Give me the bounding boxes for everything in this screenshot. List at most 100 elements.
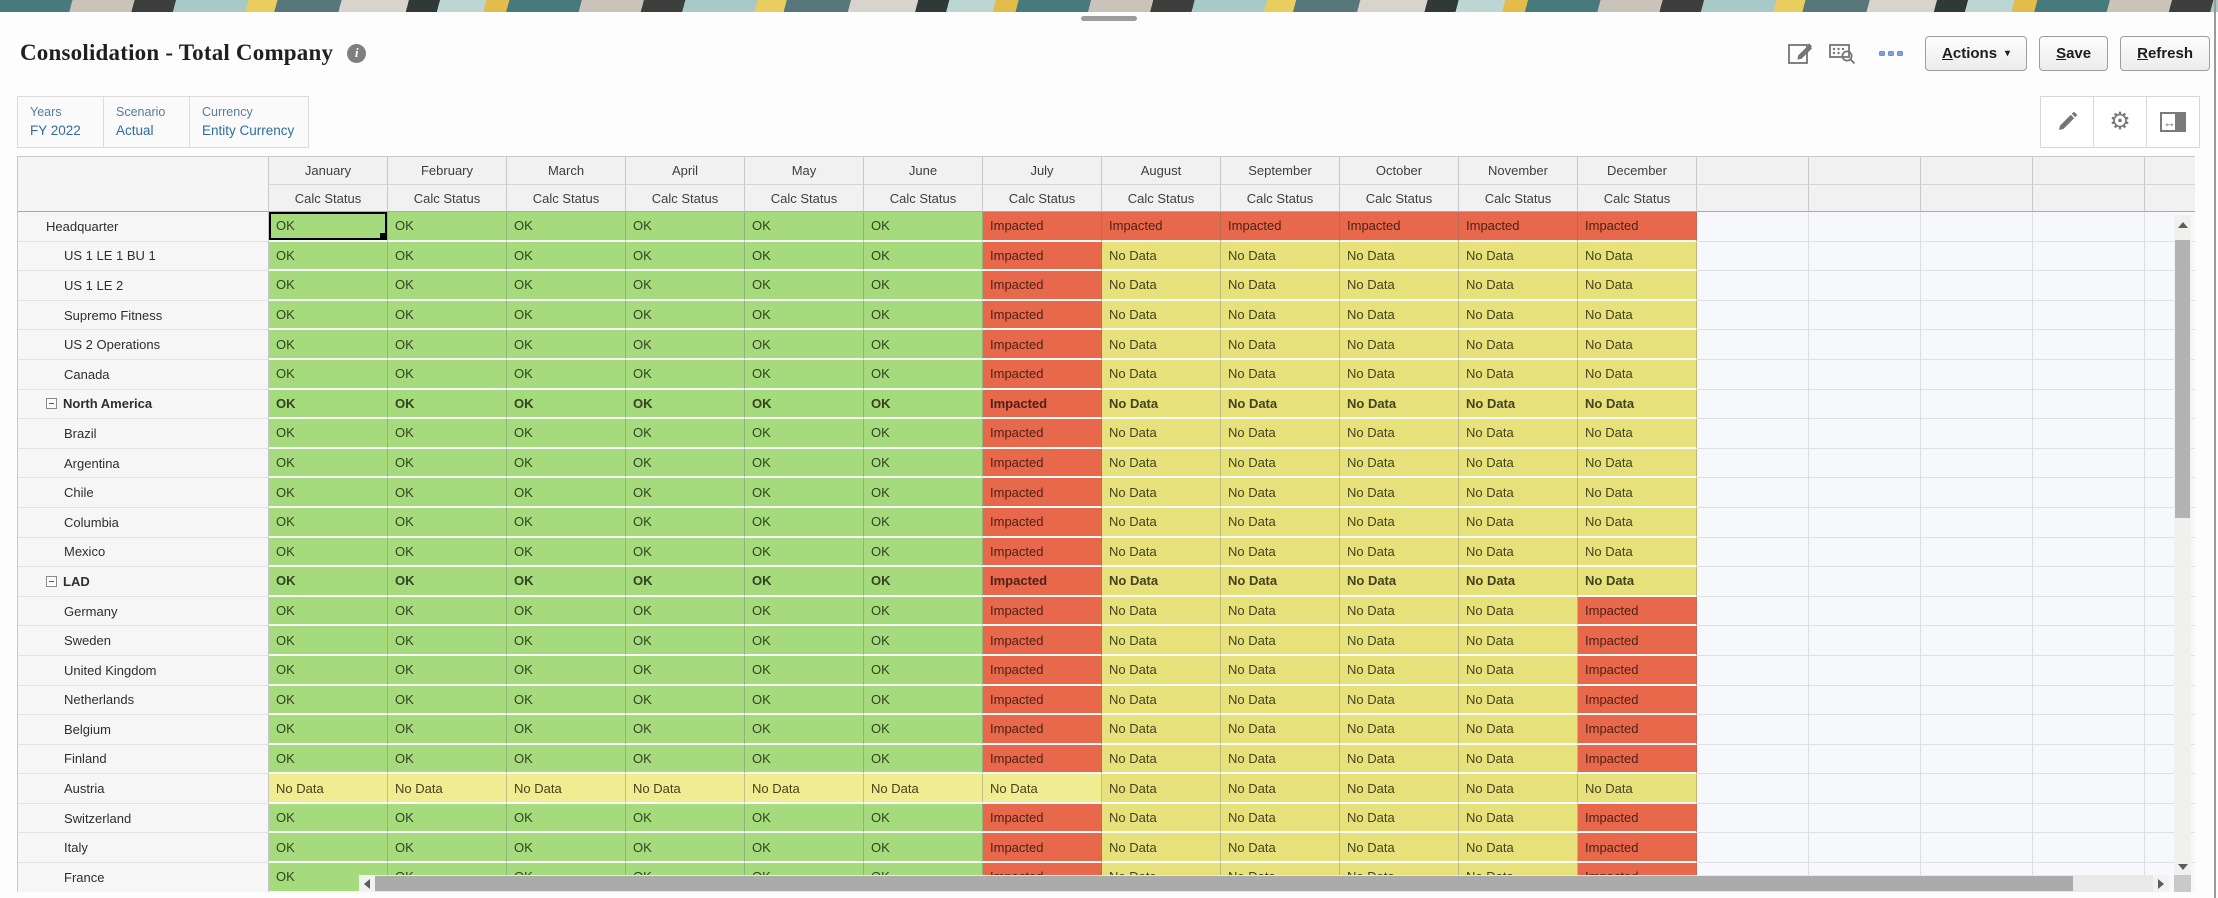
status-cell[interactable]: OK xyxy=(745,301,864,331)
status-cell[interactable]: No Data xyxy=(1578,449,1697,479)
status-cell[interactable]: OK xyxy=(864,271,983,301)
status-cell[interactable]: No Data xyxy=(1459,330,1578,360)
horizontal-scrollbar[interactable] xyxy=(359,875,2169,892)
status-cell[interactable]: No Data xyxy=(1340,774,1459,804)
month-header[interactable]: June xyxy=(864,157,983,185)
status-cell[interactable]: OK xyxy=(864,390,983,420)
status-cell[interactable]: No Data xyxy=(1459,715,1578,745)
calc-status-header[interactable]: Calc Status xyxy=(1102,185,1221,212)
status-cell[interactable]: OK xyxy=(626,330,745,360)
pov-currency[interactable]: Currency Entity Currency xyxy=(190,97,308,147)
status-cell[interactable]: Impacted xyxy=(983,271,1102,301)
status-cell[interactable]: OK xyxy=(269,656,388,686)
row-label[interactable]: Austria xyxy=(18,774,269,804)
status-cell[interactable]: No Data xyxy=(1221,508,1340,538)
status-cell[interactable]: No Data xyxy=(1221,656,1340,686)
status-cell[interactable]: No Data xyxy=(1102,242,1221,272)
status-cell[interactable]: OK xyxy=(626,360,745,390)
status-cell[interactable]: No Data xyxy=(1221,774,1340,804)
status-cell[interactable]: OK xyxy=(745,804,864,834)
edit-form-icon[interactable] xyxy=(1785,38,1815,68)
status-cell[interactable]: No Data xyxy=(1459,745,1578,775)
status-cell[interactable]: No Data xyxy=(1578,774,1697,804)
status-cell[interactable]: OK xyxy=(864,419,983,449)
status-cell[interactable]: Impacted xyxy=(983,508,1102,538)
status-cell[interactable]: OK xyxy=(745,508,864,538)
status-cell[interactable]: OK xyxy=(507,478,626,508)
status-cell[interactable]: OK xyxy=(388,390,507,420)
status-cell[interactable]: OK xyxy=(269,833,388,863)
status-cell[interactable]: Impacted xyxy=(983,538,1102,568)
status-cell[interactable]: OK xyxy=(269,686,388,716)
status-cell[interactable]: OK xyxy=(507,597,626,627)
vertical-scrollbar[interactable] xyxy=(2174,215,2191,875)
status-cell[interactable]: OK xyxy=(626,508,745,538)
status-cell[interactable]: No Data xyxy=(1221,567,1340,597)
status-cell[interactable]: OK xyxy=(745,833,864,863)
status-cell[interactable]: OK xyxy=(745,419,864,449)
status-cell[interactable]: OK xyxy=(864,538,983,568)
status-cell[interactable]: No Data xyxy=(1459,390,1578,420)
pov-years[interactable]: Years FY 2022 xyxy=(18,97,104,147)
status-cell[interactable]: No Data xyxy=(1340,538,1459,568)
status-cell[interactable]: No Data xyxy=(1578,360,1697,390)
status-cell[interactable]: OK xyxy=(507,686,626,716)
calc-status-header[interactable]: Calc Status xyxy=(1340,185,1459,212)
status-cell[interactable]: No Data xyxy=(1340,686,1459,716)
status-cell[interactable]: OK xyxy=(626,804,745,834)
row-label[interactable]: Germany xyxy=(18,597,269,627)
scroll-up-icon[interactable] xyxy=(2174,217,2191,233)
actions-button[interactable]: Actions ▾ xyxy=(1925,36,2027,71)
scroll-right-icon[interactable] xyxy=(2153,875,2169,892)
status-cell[interactable]: No Data xyxy=(1102,686,1221,716)
row-label[interactable]: US 1 LE 1 BU 1 xyxy=(18,242,269,272)
status-cell[interactable]: OK xyxy=(864,686,983,716)
status-cell[interactable]: OK xyxy=(626,242,745,272)
scroll-down-icon[interactable] xyxy=(2174,859,2191,875)
status-cell[interactable]: No Data xyxy=(864,774,983,804)
search-grid-icon[interactable] xyxy=(1827,38,1857,68)
status-cell[interactable]: No Data xyxy=(1578,330,1697,360)
status-cell[interactable]: OK xyxy=(388,508,507,538)
status-cell[interactable]: No Data xyxy=(1340,715,1459,745)
status-cell[interactable]: OK xyxy=(388,804,507,834)
status-cell[interactable]: OK xyxy=(626,597,745,627)
month-header[interactable]: October xyxy=(1340,157,1459,185)
status-cell[interactable]: OK xyxy=(507,715,626,745)
collapse-icon[interactable] xyxy=(46,398,57,409)
status-cell[interactable]: OK xyxy=(269,538,388,568)
status-cell[interactable]: OK xyxy=(388,715,507,745)
status-cell[interactable]: OK xyxy=(269,419,388,449)
status-cell[interactable]: No Data xyxy=(1459,626,1578,656)
status-cell[interactable]: OK xyxy=(864,212,983,242)
status-cell[interactable]: No Data xyxy=(1340,626,1459,656)
status-cell[interactable]: No Data xyxy=(1102,656,1221,686)
status-cell[interactable]: OK xyxy=(388,449,507,479)
status-cell[interactable]: OK xyxy=(626,626,745,656)
refresh-button[interactable]: Refresh xyxy=(2120,36,2210,71)
status-cell[interactable]: No Data xyxy=(1102,390,1221,420)
status-cell[interactable]: No Data xyxy=(1221,833,1340,863)
status-cell[interactable]: OK xyxy=(864,597,983,627)
status-cell[interactable]: OK xyxy=(864,242,983,272)
status-cell[interactable]: No Data xyxy=(1221,449,1340,479)
status-cell[interactable]: No Data xyxy=(1340,804,1459,834)
month-header[interactable]: December xyxy=(1578,157,1697,185)
status-cell[interactable]: No Data xyxy=(1102,330,1221,360)
status-cell[interactable]: No Data xyxy=(269,774,388,804)
status-cell[interactable]: OK xyxy=(269,212,388,242)
status-cell[interactable]: No Data xyxy=(1221,804,1340,834)
status-cell[interactable]: Impacted xyxy=(983,212,1102,242)
status-cell[interactable]: No Data xyxy=(1459,360,1578,390)
status-cell[interactable]: No Data xyxy=(1459,538,1578,568)
status-cell[interactable]: Impacted xyxy=(983,567,1102,597)
collapse-icon[interactable] xyxy=(46,576,57,587)
status-cell[interactable]: Impacted xyxy=(983,626,1102,656)
row-label[interactable]: Switzerland xyxy=(18,804,269,834)
status-cell[interactable]: No Data xyxy=(1102,538,1221,568)
status-cell[interactable]: OK xyxy=(269,804,388,834)
status-cell[interactable]: No Data xyxy=(1102,626,1221,656)
calc-status-header[interactable]: Calc Status xyxy=(745,185,864,212)
status-cell[interactable]: OK xyxy=(388,419,507,449)
status-cell[interactable]: No Data xyxy=(1459,449,1578,479)
